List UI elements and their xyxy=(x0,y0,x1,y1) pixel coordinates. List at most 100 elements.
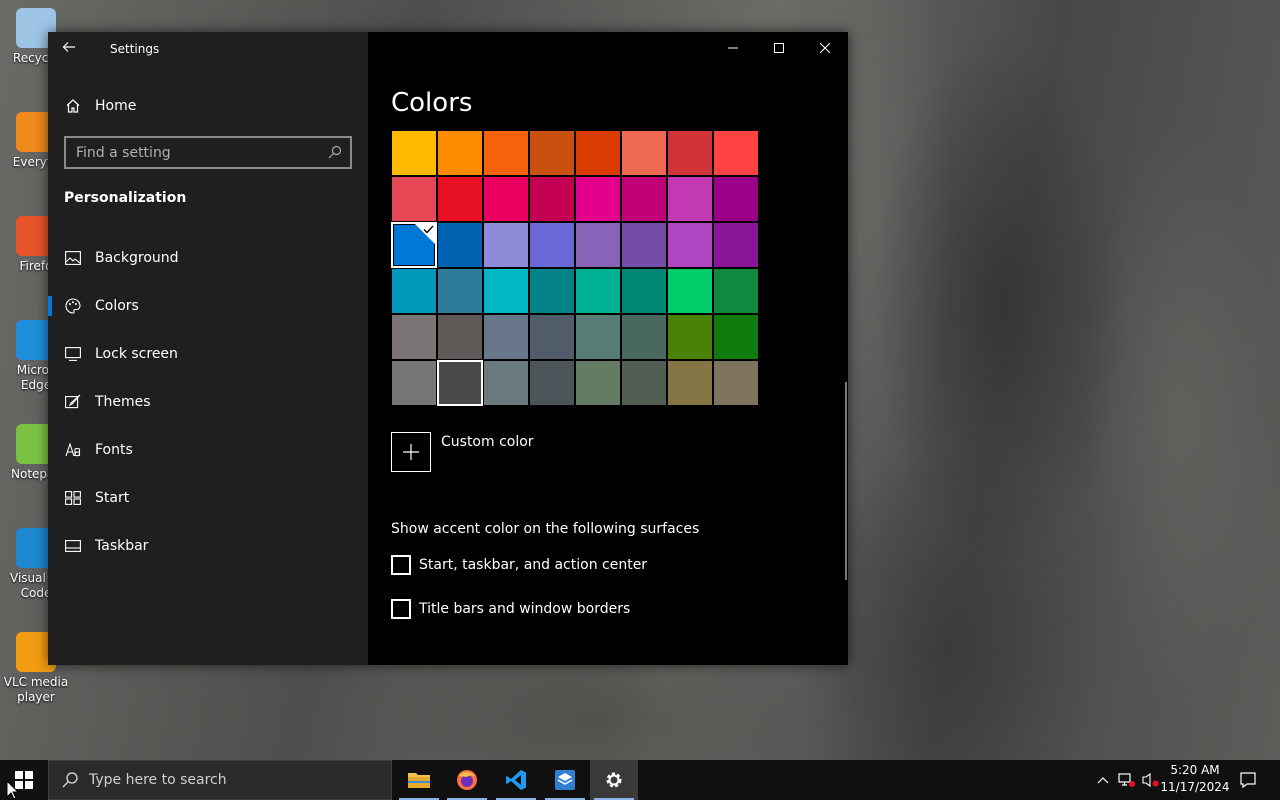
taskbar-firefox[interactable] xyxy=(443,760,491,800)
back-arrow-icon[interactable] xyxy=(62,40,82,58)
nav-item-label: Fonts xyxy=(95,442,133,458)
firefox-icon xyxy=(457,770,477,790)
accent-color-swatch[interactable] xyxy=(621,360,667,406)
nav-item-themes[interactable]: Themes xyxy=(48,378,368,426)
accent-color-swatch[interactable] xyxy=(667,130,713,176)
checkbox-title-bars[interactable]: Title bars and window borders xyxy=(391,599,630,619)
minimize-button[interactable] xyxy=(710,32,756,64)
taskbar-vscode[interactable] xyxy=(492,760,540,800)
find-setting-input[interactable] xyxy=(66,138,316,167)
volume-tray-icon[interactable] xyxy=(1140,760,1162,800)
accent-color-swatch[interactable] xyxy=(483,314,529,360)
accent-color-swatch[interactable] xyxy=(529,130,575,176)
accent-color-swatch[interactable] xyxy=(575,314,621,360)
accent-color-swatch[interactable] xyxy=(713,314,759,360)
accent-color-swatch[interactable] xyxy=(667,268,713,314)
plus-icon[interactable] xyxy=(391,432,431,472)
picture-icon xyxy=(64,249,82,267)
accent-color-swatch[interactable] xyxy=(437,176,483,222)
checkbox-box[interactable] xyxy=(391,555,411,575)
accent-color-swatch[interactable] xyxy=(575,176,621,222)
accent-color-swatch[interactable] xyxy=(483,130,529,176)
taskbar-app-box[interactable] xyxy=(541,760,589,800)
taskbar-search-placeholder: Type here to search xyxy=(89,772,227,788)
nav-item-fonts[interactable]: Fonts xyxy=(48,426,368,474)
accent-color-swatch[interactable] xyxy=(667,314,713,360)
accent-color-swatch[interactable] xyxy=(391,268,437,314)
accent-color-swatch[interactable] xyxy=(667,360,713,406)
nav-item-start[interactable]: Start xyxy=(48,474,368,522)
accent-color-swatch[interactable] xyxy=(437,130,483,176)
accent-color-swatch[interactable] xyxy=(713,360,759,406)
personalization-nav-list: Background Colors Lock screen Themes Fonts St… xyxy=(48,234,368,570)
accent-color-swatch[interactable] xyxy=(391,222,437,268)
scrollbar[interactable] xyxy=(845,382,847,580)
find-setting-search[interactable] xyxy=(64,136,352,169)
accent-color-row xyxy=(391,176,759,222)
accent-color-swatch[interactable] xyxy=(437,222,483,268)
accent-color-swatch[interactable] xyxy=(667,222,713,268)
accent-color-swatch[interactable] xyxy=(621,314,667,360)
accent-color-swatch[interactable] xyxy=(621,268,667,314)
accent-color-swatch[interactable] xyxy=(575,130,621,176)
nav-item-colors[interactable]: Colors xyxy=(48,282,368,330)
accent-color-swatch[interactable] xyxy=(391,176,437,222)
accent-color-swatch[interactable] xyxy=(621,130,667,176)
taskbar-settings[interactable] xyxy=(590,760,638,800)
nav-home[interactable]: Home xyxy=(64,94,136,118)
accent-color-swatch[interactable] xyxy=(667,176,713,222)
accent-color-swatch[interactable] xyxy=(437,314,483,360)
nav-item-lock-screen[interactable]: Lock screen xyxy=(48,330,368,378)
taskbar-clock[interactable]: 5:20 AM 11/17/2024 xyxy=(1160,762,1230,796)
chevron-up-icon xyxy=(1097,777,1109,784)
accent-color-grid xyxy=(391,130,759,406)
close-icon xyxy=(820,43,830,53)
mouse-cursor-icon xyxy=(6,779,20,800)
checkbox-start-taskbar[interactable]: Start, taskbar, and action center xyxy=(391,555,647,575)
action-center-button[interactable] xyxy=(1234,760,1262,800)
accent-color-swatch[interactable] xyxy=(575,268,621,314)
accent-color-swatch[interactable] xyxy=(529,222,575,268)
accent-color-swatch[interactable] xyxy=(713,222,759,268)
accent-color-swatch[interactable] xyxy=(391,130,437,176)
home-icon xyxy=(64,97,82,115)
maximize-button[interactable] xyxy=(756,32,802,64)
accent-color-swatch[interactable] xyxy=(713,176,759,222)
accent-color-swatch[interactable] xyxy=(483,176,529,222)
accent-color-swatch[interactable] xyxy=(483,360,529,406)
taskbar-search-box[interactable]: Type here to search xyxy=(48,760,392,800)
custom-color-label: Custom color xyxy=(441,434,534,450)
nav-item-label: Lock screen xyxy=(95,346,178,362)
accent-color-swatch[interactable] xyxy=(529,268,575,314)
accent-color-swatch[interactable] xyxy=(713,130,759,176)
accent-color-swatch[interactable] xyxy=(437,360,483,406)
network-tray-icon[interactable] xyxy=(1116,760,1138,800)
close-button[interactable] xyxy=(802,32,848,64)
checkbox-box[interactable] xyxy=(391,599,411,619)
accent-color-swatch[interactable] xyxy=(529,176,575,222)
checkbox-label: Start, taskbar, and action center xyxy=(419,557,648,573)
nav-item-background[interactable]: Background xyxy=(48,234,368,282)
colors-main-pane: Colors Custom color Show accent color on… xyxy=(368,32,848,665)
accent-color-swatch[interactable] xyxy=(621,222,667,268)
accent-color-swatch[interactable] xyxy=(483,268,529,314)
accent-color-swatch[interactable] xyxy=(621,176,667,222)
search-icon[interactable] xyxy=(328,144,344,160)
folder-icon xyxy=(408,773,430,788)
accent-color-swatch[interactable] xyxy=(437,268,483,314)
show-hidden-icons-button[interactable] xyxy=(1092,760,1114,800)
nav-item-taskbar[interactable]: Taskbar xyxy=(48,522,368,570)
page-title: Colors xyxy=(391,88,473,118)
accent-color-swatch[interactable] xyxy=(713,268,759,314)
brush-icon xyxy=(64,393,82,411)
accent-color-swatch[interactable] xyxy=(575,222,621,268)
accent-color-swatch[interactable] xyxy=(529,360,575,406)
accent-color-row xyxy=(391,222,759,268)
accent-color-swatch[interactable] xyxy=(391,314,437,360)
accent-color-swatch[interactable] xyxy=(575,360,621,406)
accent-color-swatch[interactable] xyxy=(529,314,575,360)
custom-color-button[interactable]: Custom color xyxy=(391,432,534,472)
taskbar-file-explorer[interactable] xyxy=(395,760,443,800)
accent-color-swatch[interactable] xyxy=(483,222,529,268)
accent-color-swatch[interactable] xyxy=(391,360,437,406)
